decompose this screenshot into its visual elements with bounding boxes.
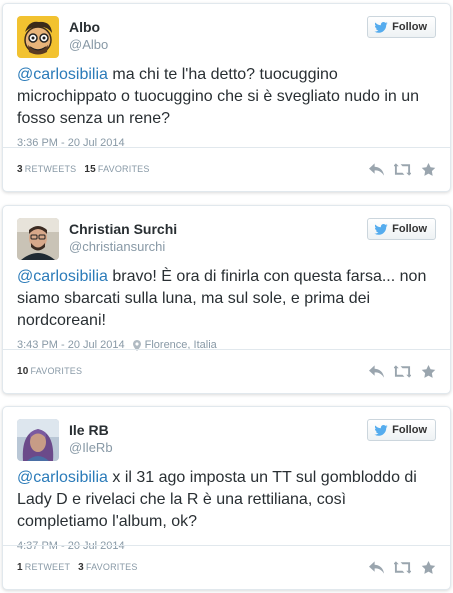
tweet-stats: 3 Retweets 15 Favorites (17, 164, 150, 175)
avatar-cartoon-icon (17, 16, 59, 58)
tweet-stats: 10 Favorites (17, 366, 82, 377)
tweet-text: @carlosibilia x il 31 ago imposta un TT … (3, 467, 450, 533)
avatar[interactable] (17, 218, 59, 260)
tweet-header: Albo @Albo Follow (3, 4, 450, 64)
tweet-text: @carlosibilia ma chi te l'ha detto? tuoc… (3, 64, 450, 130)
follow-button[interactable]: Follow (367, 16, 436, 38)
tweet-card: Albo @Albo Follow @carlosibilia ma chi t… (2, 3, 451, 192)
twitter-bird-icon (374, 224, 388, 235)
tweet-footer: 1 Retweet 3 Favorites (3, 545, 450, 589)
retweet-icon[interactable] (394, 365, 411, 378)
favorite-count[interactable]: 10 Favorites (17, 366, 82, 377)
follow-button[interactable]: Follow (367, 419, 436, 441)
retweet-icon[interactable] (394, 561, 411, 574)
avatar-photo-icon (17, 419, 59, 461)
follow-button[interactable]: Follow (367, 218, 436, 240)
favorite-star-icon[interactable] (421, 561, 436, 574)
tweet-text: @carlosibilia bravo! È ora di finirla co… (3, 266, 450, 332)
avatar[interactable] (17, 419, 59, 461)
tweet-actions (369, 163, 436, 176)
mention-link[interactable]: @carlosibilia (17, 268, 108, 285)
author-handle[interactable]: @Albo (69, 36, 108, 54)
follow-label: Follow (392, 223, 427, 235)
tweet-card: Christian Surchi @christiansurchi Follow… (2, 205, 451, 394)
author-name[interactable]: Christian Surchi (69, 221, 177, 238)
twitter-bird-icon (374, 22, 388, 33)
mention-link[interactable]: @carlosibilia (17, 469, 108, 486)
author-name[interactable]: Ile RB (69, 422, 113, 439)
favorite-count[interactable]: 3 Favorites (78, 562, 137, 573)
follow-label: Follow (392, 21, 427, 33)
reply-icon[interactable] (369, 365, 384, 378)
tweet-header: Ile RB @IleRb Follow (3, 407, 450, 467)
author-handle[interactable]: @christiansurchi (69, 238, 177, 256)
author-handle[interactable]: @IleRb (69, 439, 113, 457)
tweet-header: Christian Surchi @christiansurchi Follow (3, 206, 450, 266)
tweet-card: Ile RB @IleRb Follow @carlosibilia x il … (2, 406, 451, 590)
retweet-count[interactable]: 3 Retweets (17, 164, 76, 175)
tweet-footer: 10 Favorites (3, 349, 450, 393)
avatar-photo-icon (17, 218, 59, 260)
author-names: Albo @Albo (69, 19, 108, 54)
avatar[interactable] (17, 16, 59, 58)
reply-icon[interactable] (369, 561, 384, 574)
reply-icon[interactable] (369, 163, 384, 176)
author-name[interactable]: Albo (69, 19, 108, 36)
mention-link[interactable]: @carlosibilia (17, 66, 108, 83)
retweet-icon[interactable] (394, 163, 411, 176)
tweet-actions (369, 365, 436, 378)
author-names: Ile RB @IleRb (69, 422, 113, 457)
tweet-stats: 1 Retweet 3 Favorites (17, 562, 138, 573)
retweet-count[interactable]: 1 Retweet (17, 562, 70, 573)
follow-label: Follow (392, 424, 427, 436)
favorite-count[interactable]: 15 Favorites (84, 164, 149, 175)
favorite-star-icon[interactable] (421, 365, 436, 378)
twitter-bird-icon (374, 425, 388, 436)
tweet-actions (369, 561, 436, 574)
tweet-footer: 3 Retweets 15 Favorites (3, 147, 450, 191)
favorite-star-icon[interactable] (421, 163, 436, 176)
author-names: Christian Surchi @christiansurchi (69, 221, 177, 256)
